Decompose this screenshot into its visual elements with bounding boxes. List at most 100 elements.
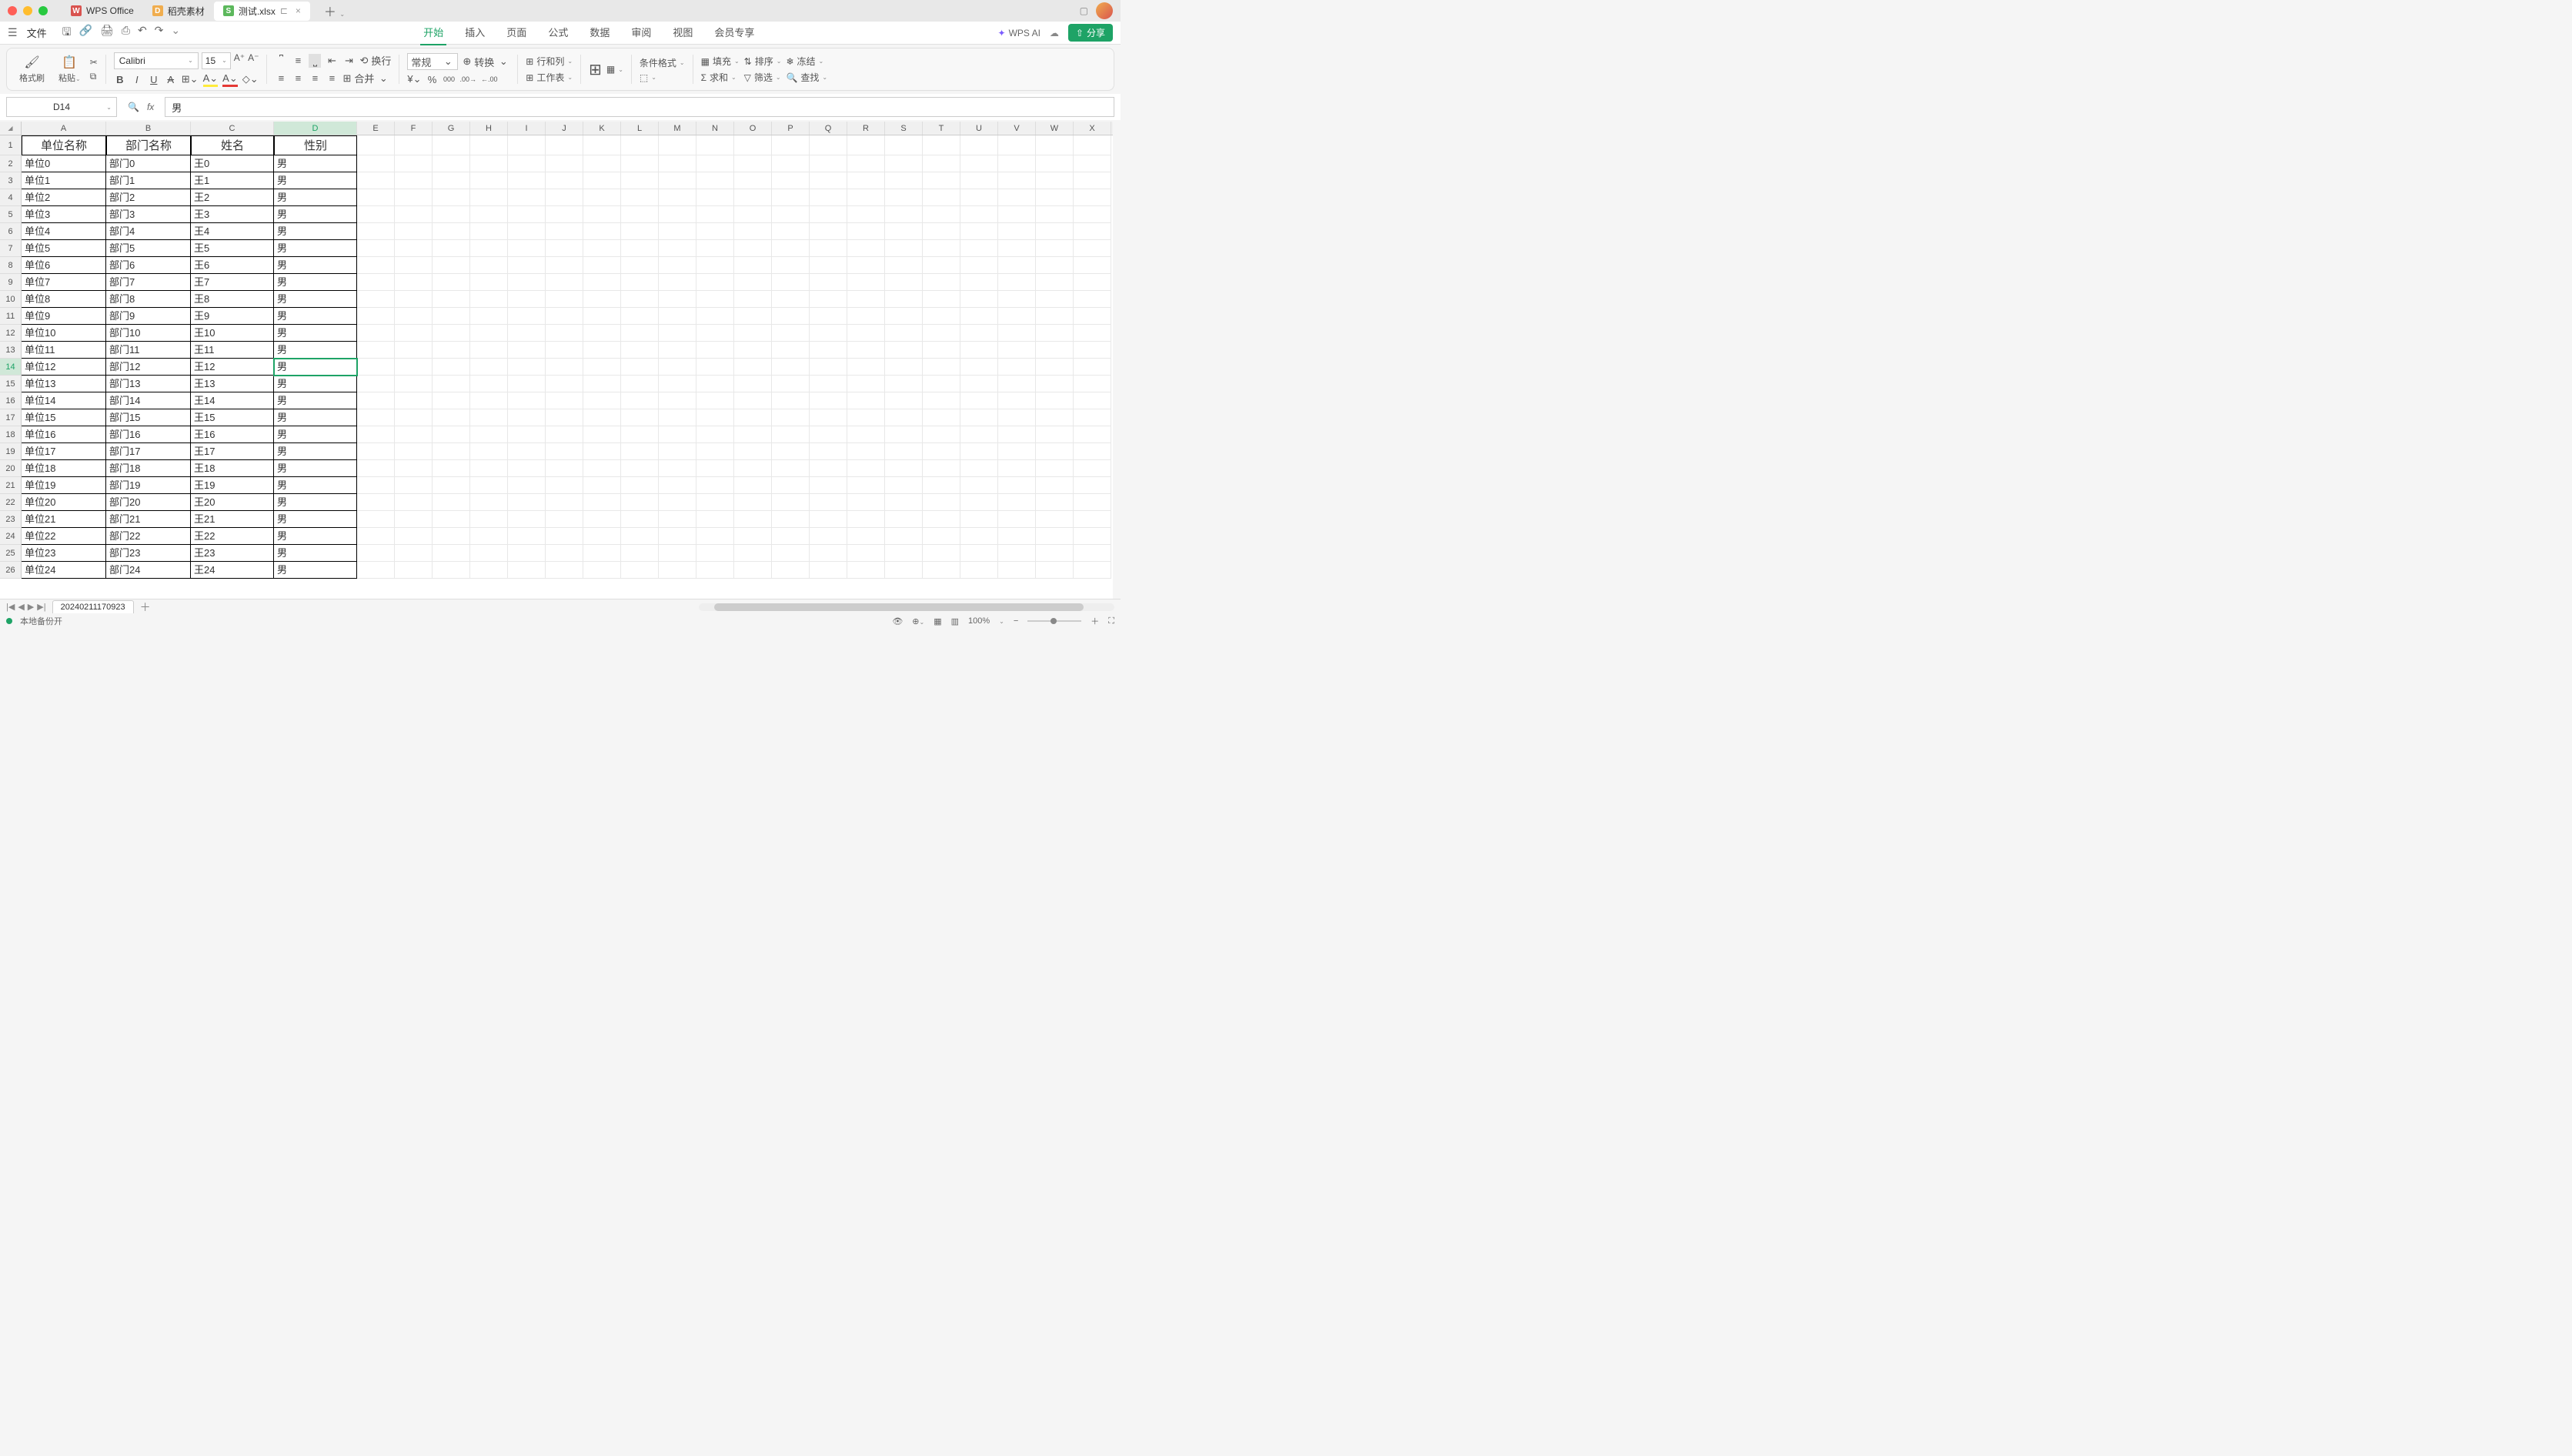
column-header-M[interactable]: M bbox=[659, 122, 696, 135]
cell-B22[interactable]: 部门20 bbox=[106, 494, 191, 511]
cell-U21[interactable] bbox=[960, 477, 998, 494]
cell-C24[interactable]: 王22 bbox=[191, 528, 274, 545]
cell-R15[interactable] bbox=[847, 376, 885, 392]
cell-K4[interactable] bbox=[583, 189, 621, 206]
cell-R1[interactable] bbox=[847, 135, 885, 155]
cell-J7[interactable] bbox=[546, 240, 583, 257]
cell-V3[interactable] bbox=[998, 172, 1036, 189]
cell-A9[interactable]: 单位7 bbox=[22, 274, 106, 291]
cell-H7[interactable] bbox=[470, 240, 508, 257]
cell-K9[interactable] bbox=[583, 274, 621, 291]
cell-O24[interactable] bbox=[734, 528, 772, 545]
cell-F25[interactable] bbox=[395, 545, 433, 562]
cell-L25[interactable] bbox=[621, 545, 659, 562]
cell-N18[interactable] bbox=[696, 426, 734, 443]
cell-H4[interactable] bbox=[470, 189, 508, 206]
cell-C13[interactable]: 王11 bbox=[191, 342, 274, 359]
cell-I5[interactable] bbox=[508, 206, 546, 223]
cell-D21[interactable]: 男 bbox=[274, 477, 357, 494]
cell-M24[interactable] bbox=[659, 528, 696, 545]
cell-U13[interactable] bbox=[960, 342, 998, 359]
pin-icon[interactable]: ⊏ bbox=[280, 5, 288, 16]
cell-D20[interactable]: 男 bbox=[274, 460, 357, 477]
cell-O9[interactable] bbox=[734, 274, 772, 291]
cell-C7[interactable]: 王5 bbox=[191, 240, 274, 257]
cell-W5[interactable] bbox=[1036, 206, 1074, 223]
cell-M14[interactable] bbox=[659, 359, 696, 376]
cell-T2[interactable] bbox=[923, 155, 960, 172]
row-header-20[interactable]: 20 bbox=[0, 460, 22, 477]
cell-V23[interactable] bbox=[998, 511, 1036, 528]
cell-S14[interactable] bbox=[885, 359, 923, 376]
cell-G22[interactable] bbox=[433, 494, 470, 511]
cell-Q21[interactable] bbox=[810, 477, 847, 494]
cell-T6[interactable] bbox=[923, 223, 960, 240]
cell-J24[interactable] bbox=[546, 528, 583, 545]
cell-H6[interactable] bbox=[470, 223, 508, 240]
share-button[interactable]: ⇧分享 bbox=[1068, 24, 1113, 42]
cell-R5[interactable] bbox=[847, 206, 885, 223]
cell-E21[interactable] bbox=[357, 477, 395, 494]
cell-K1[interactable] bbox=[583, 135, 621, 155]
cell-V12[interactable] bbox=[998, 325, 1036, 342]
row-header-17[interactable]: 17 bbox=[0, 409, 22, 426]
cell-F8[interactable] bbox=[395, 257, 433, 274]
cell-L3[interactable] bbox=[621, 172, 659, 189]
target-icon[interactable]: ⊕⌄ bbox=[912, 616, 924, 626]
row-header-8[interactable]: 8 bbox=[0, 257, 22, 274]
cell-M26[interactable] bbox=[659, 562, 696, 579]
cell-D12[interactable]: 男 bbox=[274, 325, 357, 342]
link-icon[interactable]: 🔗 bbox=[79, 24, 92, 42]
format-painter-button[interactable]: 🖌 格式刷 bbox=[15, 55, 49, 84]
cell-V10[interactable] bbox=[998, 291, 1036, 308]
cell-E14[interactable] bbox=[357, 359, 395, 376]
align-right-button[interactable]: ≡ bbox=[309, 72, 321, 84]
cell-E5[interactable] bbox=[357, 206, 395, 223]
cell-O20[interactable] bbox=[734, 460, 772, 477]
cell-W14[interactable] bbox=[1036, 359, 1074, 376]
cell-N1[interactable] bbox=[696, 135, 734, 155]
cell-G7[interactable] bbox=[433, 240, 470, 257]
cell-M8[interactable] bbox=[659, 257, 696, 274]
cell-L17[interactable] bbox=[621, 409, 659, 426]
ribbon-tab-插入[interactable]: 插入 bbox=[462, 20, 488, 45]
cell-O23[interactable] bbox=[734, 511, 772, 528]
cell-Q13[interactable] bbox=[810, 342, 847, 359]
cell-Q2[interactable] bbox=[810, 155, 847, 172]
cell-C3[interactable]: 王1 bbox=[191, 172, 274, 189]
cell-D17[interactable]: 男 bbox=[274, 409, 357, 426]
cell-H9[interactable] bbox=[470, 274, 508, 291]
cell-J22[interactable] bbox=[546, 494, 583, 511]
ribbon-tab-开始[interactable]: 开始 bbox=[420, 20, 446, 45]
document-tab-1[interactable]: D稻壳素材 bbox=[143, 2, 214, 21]
cell-R9[interactable] bbox=[847, 274, 885, 291]
cell-F21[interactable] bbox=[395, 477, 433, 494]
cell-G10[interactable] bbox=[433, 291, 470, 308]
cell-L26[interactable] bbox=[621, 562, 659, 579]
cell-Q24[interactable] bbox=[810, 528, 847, 545]
cell-A8[interactable]: 单位6 bbox=[22, 257, 106, 274]
cell-Q17[interactable] bbox=[810, 409, 847, 426]
cell-G8[interactable] bbox=[433, 257, 470, 274]
cell-R25[interactable] bbox=[847, 545, 885, 562]
cell-J8[interactable] bbox=[546, 257, 583, 274]
cell-B16[interactable]: 部门14 bbox=[106, 392, 191, 409]
convert-button[interactable]: ⊕ 转换⌄ bbox=[463, 55, 509, 69]
cell-B7[interactable]: 部门5 bbox=[106, 240, 191, 257]
cell-H10[interactable] bbox=[470, 291, 508, 308]
cell-H26[interactable] bbox=[470, 562, 508, 579]
cell-W25[interactable] bbox=[1036, 545, 1074, 562]
fx-icon[interactable]: fx bbox=[147, 102, 154, 112]
cell-J21[interactable] bbox=[546, 477, 583, 494]
cell-I6[interactable] bbox=[508, 223, 546, 240]
column-header-I[interactable]: I bbox=[508, 122, 546, 135]
select-all-corner[interactable]: ◢ bbox=[0, 122, 22, 135]
cell-B17[interactable]: 部门15 bbox=[106, 409, 191, 426]
cell-K25[interactable] bbox=[583, 545, 621, 562]
cell-P15[interactable] bbox=[772, 376, 810, 392]
column-header-R[interactable]: R bbox=[847, 122, 885, 135]
cell-U4[interactable] bbox=[960, 189, 998, 206]
column-header-K[interactable]: K bbox=[583, 122, 621, 135]
cell-A21[interactable]: 单位19 bbox=[22, 477, 106, 494]
cell-S5[interactable] bbox=[885, 206, 923, 223]
